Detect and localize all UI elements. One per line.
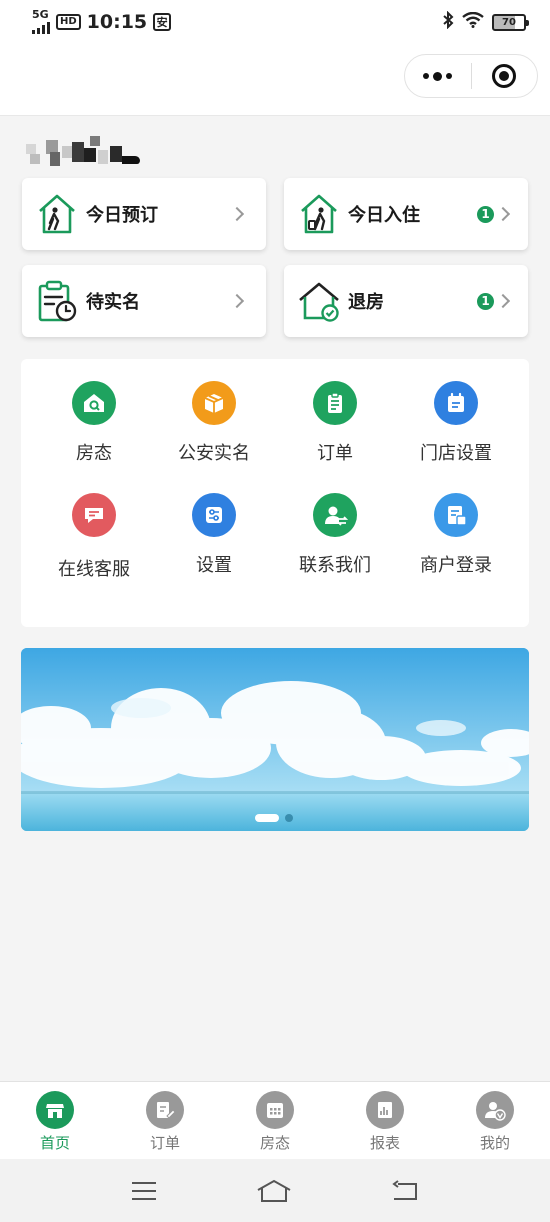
status-right: 70 bbox=[442, 10, 529, 33]
card-today-checkin[interactable]: 今日入住 1 bbox=[284, 178, 528, 250]
chat-icon bbox=[72, 493, 116, 537]
card-label: 今日入住 bbox=[348, 205, 420, 226]
tab-label: 我的 bbox=[479, 1134, 510, 1152]
merchant-doc-icon bbox=[434, 493, 478, 537]
menu-label: 联系我们 bbox=[299, 555, 371, 576]
calendar-note-icon bbox=[434, 381, 478, 425]
calendar-grid-icon bbox=[256, 1091, 294, 1129]
clipboard-clock-icon bbox=[38, 280, 77, 322]
status-bar: 5G HD 10:15 安 70 bbox=[0, 0, 550, 44]
nav-header bbox=[0, 44, 550, 116]
home-icon[interactable] bbox=[255, 1179, 293, 1203]
chevron-right-icon bbox=[229, 206, 245, 222]
function-grid: 房态 公安实名 订单 门店设置 在线客服 设置 联系我们 商户登录 bbox=[21, 359, 529, 627]
sliders-icon bbox=[192, 493, 236, 537]
bluetooth-icon bbox=[442, 10, 454, 33]
indicator-active[interactable] bbox=[255, 814, 279, 822]
menu-contact-us[interactable]: 联系我们 bbox=[275, 493, 395, 577]
network-type: 5G bbox=[32, 8, 49, 21]
user-verified-icon bbox=[476, 1091, 514, 1129]
card-pending-realname[interactable]: 待实名 bbox=[22, 265, 266, 337]
menu-label: 公安实名 bbox=[178, 443, 250, 464]
card-checkout[interactable]: 退房 1 bbox=[284, 265, 528, 337]
house-check-icon bbox=[299, 282, 339, 322]
chevron-right-icon bbox=[495, 293, 511, 309]
count-badge: 1 bbox=[477, 292, 494, 310]
menu-label: 在线客服 bbox=[58, 559, 130, 580]
menu-online-service[interactable]: 在线客服 bbox=[34, 493, 154, 581]
report-chart-icon bbox=[366, 1091, 404, 1129]
order-edit-icon bbox=[146, 1091, 184, 1129]
hd-badge: HD bbox=[56, 14, 81, 30]
tab-label: 首页 bbox=[39, 1134, 70, 1152]
walk-in-house-icon bbox=[301, 194, 337, 234]
battery-icon: 70 bbox=[492, 13, 529, 31]
chevron-right-icon bbox=[229, 293, 245, 309]
banner-sky-sea-image bbox=[21, 648, 529, 831]
carousel-indicator bbox=[255, 814, 293, 822]
menu-police-realname[interactable]: 公安实名 bbox=[154, 381, 274, 465]
system-nav-bar bbox=[0, 1159, 550, 1222]
menu-store-settings[interactable]: 门店设置 bbox=[396, 381, 516, 465]
menu-settings[interactable]: 设置 bbox=[154, 493, 274, 577]
menu-label: 设置 bbox=[196, 555, 232, 576]
security-icon: 安 bbox=[153, 13, 172, 31]
banner-carousel[interactable] bbox=[21, 648, 529, 831]
indicator-dot[interactable] bbox=[285, 814, 293, 822]
menu-label: 门店设置 bbox=[420, 443, 492, 464]
tab-room-status[interactable]: 房态 bbox=[220, 1082, 330, 1159]
chevron-right-icon bbox=[495, 206, 511, 222]
count-badge: 1 bbox=[477, 205, 494, 223]
capsule-menu bbox=[404, 54, 538, 98]
clipboard-icon bbox=[313, 381, 357, 425]
more-dots-icon[interactable] bbox=[405, 55, 471, 97]
wifi-icon bbox=[462, 11, 484, 32]
menu-orders[interactable]: 订单 bbox=[275, 381, 395, 465]
menu-merchant-login[interactable]: 商户登录 bbox=[396, 493, 516, 577]
tab-label: 订单 bbox=[149, 1134, 180, 1152]
store-name-redacted bbox=[26, 136, 146, 168]
box-icon bbox=[192, 381, 236, 425]
walk-in-house-icon bbox=[39, 194, 75, 234]
card-label: 待实名 bbox=[86, 292, 140, 313]
back-icon[interactable] bbox=[390, 1179, 420, 1202]
signal-icon bbox=[32, 20, 50, 34]
target-close-icon[interactable] bbox=[472, 55, 538, 97]
menu-label: 商户登录 bbox=[420, 555, 492, 576]
tab-label: 房态 bbox=[259, 1134, 290, 1152]
tab-home[interactable]: 首页 bbox=[0, 1082, 110, 1159]
card-label: 今日预订 bbox=[86, 205, 158, 226]
clock: 10:15 bbox=[86, 11, 148, 33]
menu-room-status[interactable]: 房态 bbox=[34, 381, 154, 465]
menu-label: 订单 bbox=[317, 443, 353, 464]
tab-label: 报表 bbox=[369, 1134, 400, 1152]
tab-reports[interactable]: 报表 bbox=[330, 1082, 440, 1159]
card-label: 退房 bbox=[348, 292, 384, 313]
menu-lines-icon[interactable] bbox=[130, 1180, 158, 1202]
user-swap-icon bbox=[313, 493, 357, 537]
status-left: 5G HD 10:15 安 bbox=[32, 8, 172, 34]
menu-label: 房态 bbox=[76, 443, 112, 464]
card-today-booking[interactable]: 今日预订 bbox=[22, 178, 266, 250]
house-search-icon bbox=[72, 381, 116, 425]
tab-orders[interactable]: 订单 bbox=[110, 1082, 220, 1159]
tab-mine[interactable]: 我的 bbox=[440, 1082, 550, 1159]
store-icon bbox=[36, 1091, 74, 1129]
tab-bar: 首页 订单 房态 报表 我的 bbox=[0, 1081, 550, 1159]
